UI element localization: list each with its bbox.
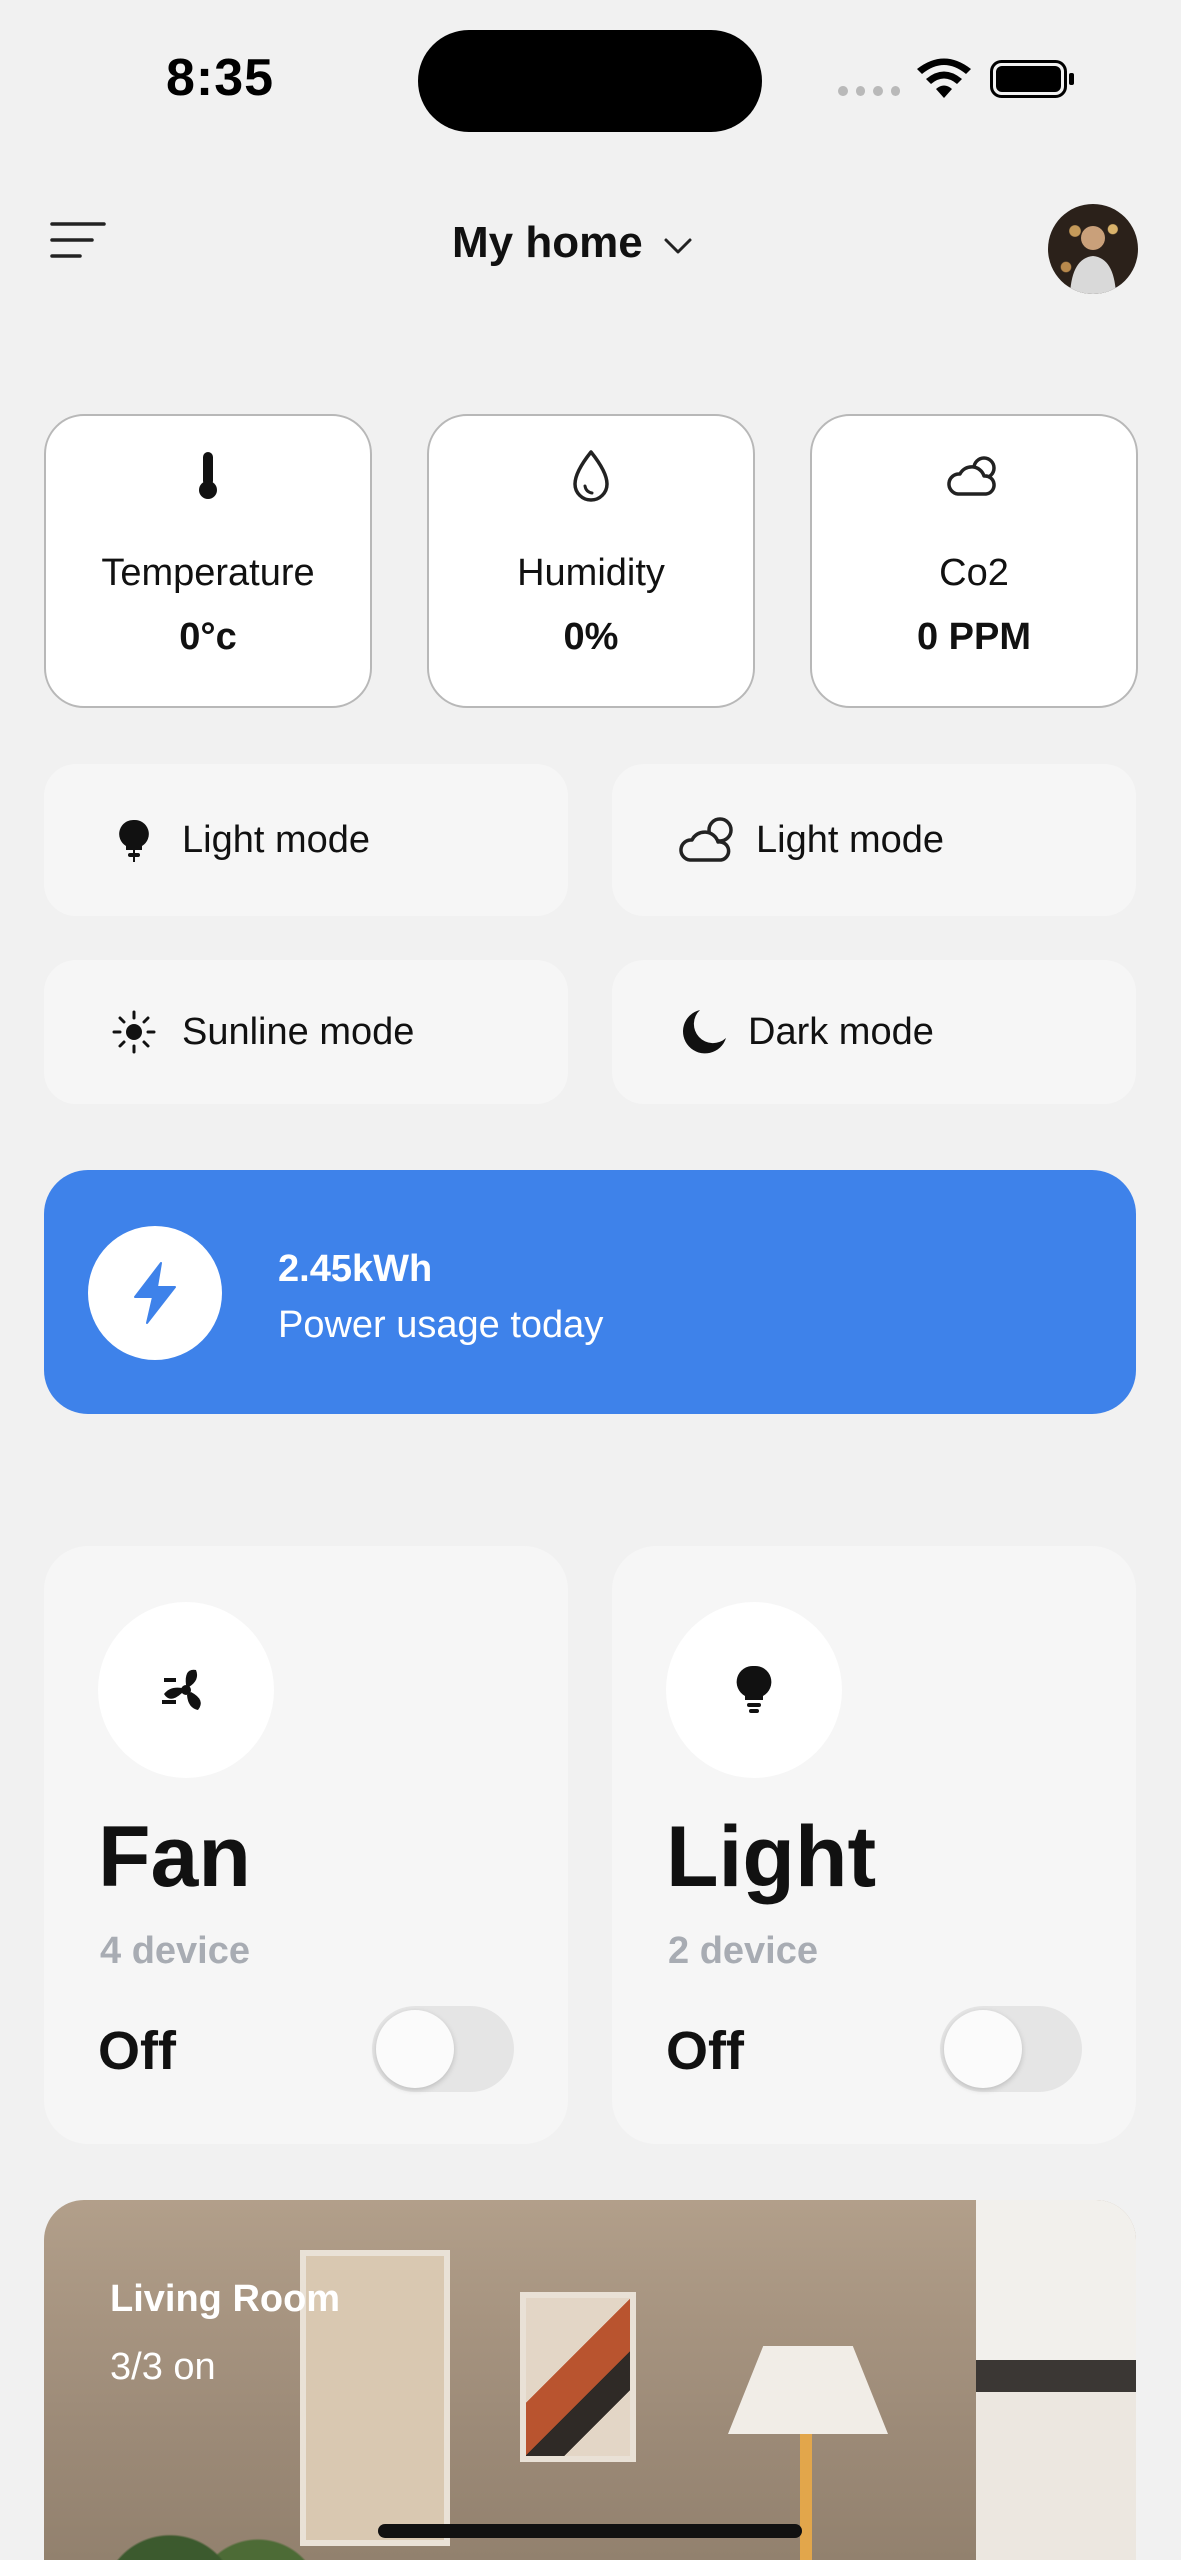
light-device-card[interactable]: Light 2 device Off xyxy=(612,1546,1136,2144)
bulb-icon xyxy=(119,819,149,862)
room-name: Living Room xyxy=(110,2278,341,2320)
cloud-sun-icon xyxy=(679,817,733,862)
menu-icon[interactable] xyxy=(50,220,106,260)
fan-toggle[interactable] xyxy=(372,2006,514,2092)
power-usage-banner[interactable]: 2.45kWh Power usage today xyxy=(44,1170,1136,1414)
device-state: Off xyxy=(666,2021,744,2081)
dynamic-island xyxy=(418,30,762,132)
co2-card[interactable]: Co2 0 PPM xyxy=(810,414,1138,708)
fan-device-card[interactable]: Fan 4 device Off xyxy=(44,1546,568,2144)
device-count: 4 device xyxy=(100,1930,250,1972)
device-icon-circle xyxy=(666,1602,842,1778)
mode-label: Sunline mode xyxy=(182,1010,415,1053)
device-count: 2 device xyxy=(668,1930,818,1972)
power-icon-circle xyxy=(88,1226,222,1360)
power-caption: Power usage today xyxy=(278,1304,604,1346)
metric-label: Humidity xyxy=(517,552,665,594)
thermometer-icon xyxy=(199,452,217,499)
battery-icon xyxy=(990,60,1074,98)
room-status: 3/3 on xyxy=(110,2346,216,2388)
metric-label: Co2 xyxy=(939,552,1009,594)
device-name: Fan xyxy=(98,1809,251,1905)
room-photo-frame xyxy=(520,2292,636,2462)
humidity-card[interactable]: Humidity 0% xyxy=(427,414,755,708)
status-time: 8:35 xyxy=(166,49,275,107)
sunline-mode-button[interactable]: Sunline mode xyxy=(44,960,568,1104)
device-icon-circle xyxy=(98,1602,274,1778)
signal-icon xyxy=(838,86,900,96)
chevron-down-icon xyxy=(664,238,692,254)
sun-icon xyxy=(112,1010,156,1054)
light-toggle[interactable] xyxy=(940,2006,1082,2092)
device-name: Light xyxy=(666,1809,877,1905)
metric-value: 0°c xyxy=(179,616,237,658)
room-photo-cabinet xyxy=(976,2200,1136,2560)
wifi-icon xyxy=(917,58,971,98)
mode-label: Light mode xyxy=(182,818,371,861)
home-selector[interactable]: My home xyxy=(452,218,695,268)
mode-label: Dark mode xyxy=(748,1010,934,1053)
temperature-card[interactable]: Temperature 0°c xyxy=(44,414,372,708)
room-photo-lamp xyxy=(728,2346,888,2434)
dark-mode-button[interactable]: Dark mode xyxy=(612,960,1136,1104)
fan-icon xyxy=(162,1669,201,1710)
light-mode-button[interactable]: Light mode xyxy=(44,764,568,916)
avatar[interactable] xyxy=(1048,204,1138,294)
living-room-card[interactable]: Living Room 3/3 on xyxy=(44,2200,1136,2560)
bulb-icon xyxy=(736,1665,772,1713)
metric-value: 0 PPM xyxy=(916,616,1032,658)
light-mode-cloud-button[interactable]: Light mode xyxy=(612,764,1136,916)
toggle-knob xyxy=(944,2010,1022,2088)
device-state: Off xyxy=(98,2021,176,2081)
cloud-sun-icon xyxy=(947,456,996,496)
droplet-icon xyxy=(573,450,609,502)
metric-label: Temperature xyxy=(101,552,315,594)
metric-value: 0% xyxy=(563,616,619,658)
mode-label: Light mode xyxy=(756,818,945,861)
home-title: My home xyxy=(452,218,643,267)
lightning-icon xyxy=(134,1262,176,1324)
room-photo-lamp-leg xyxy=(800,2434,812,2560)
status-bar: 8:35 xyxy=(0,0,1181,140)
room-photo-plant xyxy=(104,2450,324,2560)
power-value: 2.45kWh xyxy=(278,1248,433,1290)
toggle-knob xyxy=(376,2010,454,2088)
home-indicator[interactable] xyxy=(378,2524,802,2538)
moon-icon xyxy=(683,1010,726,1054)
